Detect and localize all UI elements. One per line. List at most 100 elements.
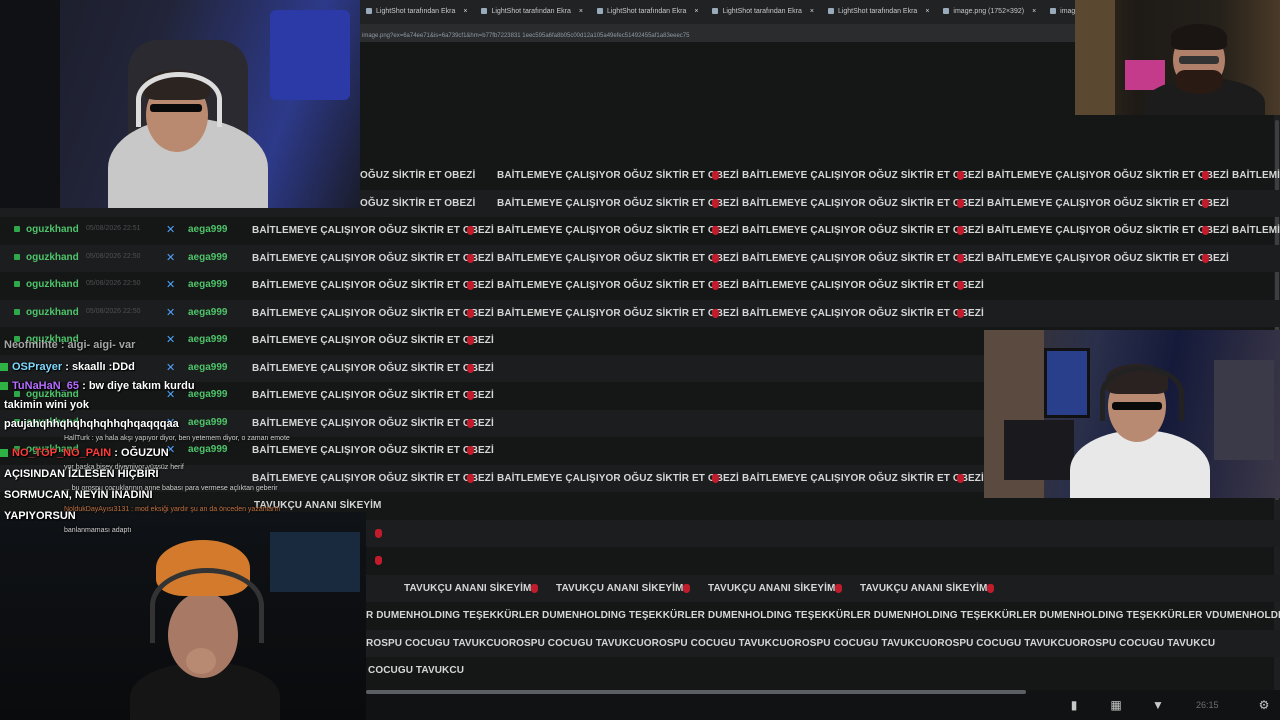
- chat-sender[interactable]: aega999: [188, 252, 227, 263]
- heart-emote-icon: [467, 418, 474, 428]
- chat-message-text: BAİTLEMEYE ÇALIŞIYOR OĞUZ SİKTİR ET OBEZ…: [742, 197, 984, 209]
- chat-username[interactable]: oguzkhand: [26, 224, 79, 235]
- microphone-icon[interactable]: ▼: [1150, 698, 1166, 712]
- heart-emote-icon: [467, 446, 474, 455]
- chat-message-text: BAİTLEMEYE ÇALIŞIYOR OĞUZ SİKTİR ET OBEZ…: [497, 280, 739, 291]
- browser-tab[interactable]: LightShot tarafından Ekra ×: [475, 0, 590, 24]
- sword-badge-icon: ✕: [166, 306, 176, 319]
- chat-message-text: TAVUKÇU ANANI SİKEYİM: [404, 582, 532, 594]
- chat-message-text: BAİTLEMEYE ÇALIŞIYOR OĞUZ SİKTİR ET OBEZ…: [252, 335, 494, 346]
- heart-emote-icon: [957, 281, 964, 290]
- clock-readout: 26:15: [1196, 700, 1219, 710]
- heart-emote-icon: [987, 583, 994, 593]
- heart-emote-icon: [712, 253, 719, 263]
- sword-badge-icon: ✕: [166, 334, 176, 346]
- overlay-chat-line: Neofmihte : aigi- aigi- var: [4, 339, 136, 351]
- heart-emote-icon: [712, 198, 719, 208]
- chat-message-text: BAİTLEMEYE ÇALIŞIYOR OĞUZ SİKTİR ET OBEZ…: [987, 170, 1229, 181]
- chat-message-text: BAİTLEMEYE ÇALIŞIYOR OĞUZ SİKTİR ET OBEZ…: [987, 197, 1229, 209]
- tab-favicon-icon: [943, 8, 950, 15]
- heart-emote-icon: [467, 336, 474, 345]
- chat-timestamp: 05/08/2026 22:51: [86, 225, 141, 232]
- heart-emote-icon: [375, 528, 382, 538]
- close-tab-icon[interactable]: ×: [810, 8, 814, 15]
- browser-tab-label: LightShot tarafından Ekra: [376, 8, 456, 15]
- overlay-chat-text: : skaallı :DDd: [65, 361, 135, 373]
- browser-tab[interactable]: LightShot tarafından Ekra ×: [706, 0, 821, 24]
- close-tab-icon[interactable]: ×: [694, 8, 698, 15]
- browser-tab[interactable]: image.png (371×122)×: [1044, 0, 1075, 24]
- chat-timestamp: 05/08/2026 22:50: [86, 280, 141, 287]
- tab-favicon-icon: [481, 8, 488, 15]
- heart-emote-icon: [467, 473, 474, 483]
- chat-row: oguzkhand 05/08/2026 22:51 ✕ aega999 BAİTLEM…: [0, 217, 1280, 244]
- tab-favicon-icon: [596, 8, 603, 15]
- badge-icon: [0, 363, 8, 372]
- chat-message-text: COCUGU TAVUKCU: [368, 665, 465, 676]
- close-tab-icon[interactable]: ×: [463, 8, 467, 15]
- chat-row: oguzkhand 05/08/2026 22:50 ✕ aega999 BAİTLEM…: [0, 272, 1280, 299]
- close-tab-icon[interactable]: ×: [925, 8, 929, 15]
- sword-badge-icon: ✕: [166, 279, 176, 291]
- overlay-chat-text: paujahqhhqhqhqhqhhqhqaqqqaa: [4, 418, 179, 430]
- moderator-badge-icon: [14, 253, 20, 260]
- chat-message-text: TAVUKÇU ANANI SİKEYİM: [556, 582, 684, 594]
- browser-tab[interactable]: LightShot tarafından Ekra ×: [822, 0, 937, 24]
- settings-gear-icon[interactable]: ⚙: [1256, 698, 1272, 712]
- heart-emote-icon: [957, 198, 964, 208]
- chat-username[interactable]: oguzkhand: [26, 252, 79, 263]
- browser-tab-label: image.png (371×122): [1060, 8, 1075, 15]
- webcam-streamer-main: [0, 0, 360, 208]
- chat-sender[interactable]: aega999: [188, 279, 227, 290]
- chat-row: oguzkhand 05/08/2026 22:50 ✕ aega999 BAİTLEM…: [0, 244, 1280, 272]
- heart-emote-icon: [712, 226, 719, 235]
- browser-tab[interactable]: image.png (1752×392) ×: [937, 0, 1044, 24]
- chat-message-text: BAİTLEMEYE ÇALIŞIYOR OĞUZ SİKTİR ET OBEZ…: [987, 252, 1229, 264]
- webcam-guest-right: [984, 330, 1280, 498]
- close-tab-icon[interactable]: ×: [579, 8, 583, 15]
- moderator-badge-icon: [14, 281, 20, 287]
- chat-sender[interactable]: aega999: [188, 334, 227, 345]
- layout-icon[interactable]: ▦: [1108, 698, 1124, 712]
- overlay-chat-text: : bw diye takım kurdu: [82, 380, 195, 392]
- chat-message-text: BAİTLEMEYE ÇALIŞIYOR OĞUZ SİKTİR ET OBEZ…: [742, 225, 984, 236]
- heart-emote-icon: [957, 308, 964, 318]
- chat-username[interactable]: oguzkhand: [26, 307, 79, 318]
- browser-tab[interactable]: LightShot tarafından Ekra ×: [591, 0, 706, 24]
- overlay-chat-small: banlanmaması adaptı: [64, 527, 132, 534]
- overlay-chat-username: TuNaHaN_65: [12, 380, 80, 392]
- heart-emote-icon: [1202, 253, 1209, 263]
- heart-emote-icon: [957, 226, 964, 235]
- chat-message-text: BAİTLEMİ: [1232, 225, 1280, 236]
- address-url: image.png?ex=6a74ee71&is=6a739cf1&hm=b77…: [362, 33, 690, 39]
- sword-badge-icon: ✕: [166, 224, 176, 236]
- chat-message-text: OĞUZ SİKTİR ET OBEZİ: [360, 197, 476, 209]
- chat-message-text: BAİTLEMEYE ÇALIŞIYOR OĞUZ SİKTİR ET OBEZ…: [742, 307, 984, 319]
- chat-sender[interactable]: aega999: [188, 307, 227, 318]
- chat-message-text: BAİTLEMEYE ÇALIŞIYOR OĞUZ SİKTİR ET OBEZ…: [252, 280, 494, 291]
- heart-emote-icon: [712, 171, 719, 180]
- chat-bubble-icon[interactable]: ▮: [1066, 698, 1082, 712]
- chat-message-text: ROSPU COCUGU TAVUKCUOROSPU COCUGU TAVUKC…: [366, 637, 1216, 649]
- chat-message-text: OĞUZ SİKTİR ET OBEZİ: [360, 170, 476, 181]
- address-bar[interactable]: image.png?ex=6a74ee71&is=6a739cf1&hm=b77…: [360, 24, 1075, 42]
- browser-tab[interactable]: LightShot tarafından Ekra ×: [360, 0, 475, 24]
- browser-tab-bar: LightShot tarafından Ekra × LightShot tara…: [360, 0, 1075, 24]
- chat-message-text: BAİTLEMEYE ÇALIŞIYOR OĞUZ SİKTİR ET OBEZ…: [742, 280, 984, 291]
- chat-timestamp: 05/08/2026 22:50: [86, 252, 141, 260]
- tab-favicon-icon: [1050, 8, 1057, 15]
- chat-message-text: BAİTLEMEYE ÇALIŞIYOR OĞUZ SİKTİR ET OBEZ…: [742, 472, 984, 484]
- browser-tab-label: LightShot tarafından Ekra: [606, 8, 687, 15]
- chat-message-text: BAİTLEMEYE ÇALIŞIYOR OĞUZ SİKTİR ET OBEZ…: [497, 225, 739, 236]
- horizontal-scrollbar[interactable]: [366, 690, 1026, 694]
- badge-icon: [0, 449, 8, 458]
- badge-icon: [0, 382, 8, 391]
- overlay-chat-small: HallTurk : ya hala akşı yapıyor diyor, b…: [64, 435, 290, 442]
- chat-username[interactable]: oguzkhand: [26, 279, 79, 290]
- overlay-chat-line: OSPrayer : skaallı :DDd: [0, 358, 340, 377]
- heart-emote-icon: [712, 281, 719, 290]
- close-tab-icon[interactable]: ×: [1032, 8, 1036, 15]
- chat-sender[interactable]: aega999: [188, 224, 227, 235]
- overlay-chat-username: NO_TOP_NO_PAIN: [12, 447, 112, 459]
- overlay-chat-line: TuNaHaN_65 : bw diye takım kurdu: [0, 377, 340, 396]
